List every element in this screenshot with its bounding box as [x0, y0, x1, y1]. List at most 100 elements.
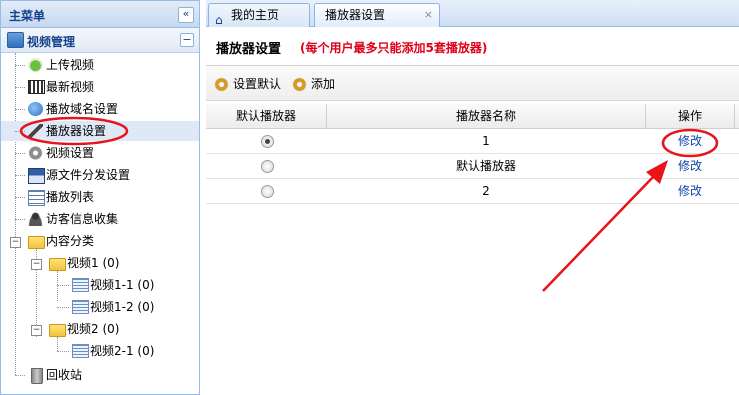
tree-branch — [57, 351, 69, 352]
collapse-sidebar-icon[interactable]: « — [178, 7, 194, 23]
sidebar-item-label: 视频设置 — [46, 146, 95, 160]
toolbar: 设置默认 添加 — [206, 66, 739, 101]
edit-link[interactable]: 修改 — [646, 179, 734, 203]
table-row[interactable]: 2 修改 — [206, 179, 739, 204]
sidebar-item-label: 访客信息收集 — [46, 212, 119, 226]
tree-branch — [15, 65, 25, 66]
sidebar-item-label: 播放列表 — [46, 190, 95, 204]
tree-item-label: 视频2 (0) — [67, 322, 120, 336]
tree-branch — [15, 197, 25, 198]
default-radio[interactable] — [261, 160, 274, 173]
wand-icon — [28, 124, 43, 138]
sidebar-item-latest[interactable]: 最新视频 — [28, 77, 188, 97]
tree-item-video1-1[interactable]: 视频1-1 (0) — [72, 275, 192, 295]
sidebar-item-player-settings[interactable]: 播放器设置 — [1, 121, 199, 141]
sidebar-item-label: 内容分类 — [46, 234, 95, 248]
tree-branch — [15, 175, 25, 176]
floppy-icon — [28, 168, 45, 184]
player-name: 默认播放器 — [455, 159, 516, 173]
column-header-default[interactable]: 默认播放器 — [206, 104, 327, 128]
sidebar-header: 主菜单 « — [1, 1, 199, 28]
folder-icon — [49, 258, 66, 271]
tree-branch — [57, 307, 69, 308]
film-icon — [28, 80, 45, 94]
tree-item-label: 视频1 (0) — [67, 256, 120, 270]
sidebar-item-label: 最新视频 — [46, 80, 95, 94]
section-label: 视频管理 — [27, 35, 76, 49]
add-button[interactable]: 添加 — [292, 75, 342, 93]
sidebar-item-upload[interactable]: 上传视频 — [28, 55, 188, 75]
sidebar-item-visitor-info[interactable]: 访客信息收集 — [28, 209, 188, 229]
set-default-button[interactable]: 设置默认 — [214, 75, 286, 93]
sidebar-item-label: 播放域名设置 — [46, 102, 119, 116]
tree-item-label: 视频2-1 (0) — [90, 344, 155, 358]
close-tab-icon[interactable]: × — [424, 4, 433, 26]
main-panel: ⌂ 我的主页 播放器设置 × 播放器设置 (每个用户最多只能添加5套播放器) 设… — [206, 0, 739, 395]
upload-icon — [28, 58, 43, 72]
collapse-video1-icon[interactable]: − — [31, 259, 42, 270]
sidebar-item-category[interactable]: 内容分类 — [28, 231, 188, 251]
tree-item-video2[interactable]: 视频2 (0) — [49, 319, 189, 339]
panel-header: 播放器设置 (每个用户最多只能添加5套播放器) — [206, 27, 739, 66]
page-icon — [72, 344, 89, 358]
tree-item-label: 视频1-1 (0) — [90, 278, 155, 292]
collapse-section-icon[interactable]: − — [180, 33, 194, 47]
gear-icon — [214, 77, 229, 92]
table-row[interactable]: 默认播放器 修改 — [206, 154, 739, 179]
button-label: 设置默认 — [233, 77, 282, 91]
tree-item-video2-1[interactable]: 视频2-1 (0) — [72, 341, 192, 361]
sidebar-item-label: 回收站 — [46, 368, 83, 382]
tab-label: 播放器设置 — [325, 8, 386, 22]
sidebar: 主菜单 « 视频管理 − 上传视频 最新视频 播放域名设置 播放器设置 视频设置… — [0, 0, 200, 395]
sidebar-item-video-settings[interactable]: 视频设置 — [28, 143, 188, 163]
tree-branch — [15, 87, 25, 88]
sidebar-item-recycle[interactable]: 回收站 — [28, 365, 188, 385]
page-icon — [72, 300, 89, 314]
tree-branch — [57, 285, 69, 286]
folder-icon — [49, 324, 66, 337]
tree-item-video1[interactable]: 视频1 (0) — [49, 253, 189, 273]
sidebar-item-label: 源文件分发设置 — [46, 168, 131, 182]
player-name: 2 — [482, 184, 490, 198]
folder-icon — [28, 236, 45, 249]
player-limit-note: (每个用户最多只能添加5套播放器) — [300, 41, 488, 55]
sidebar-title: 主菜单 — [9, 9, 46, 23]
default-radio[interactable] — [261, 185, 274, 198]
tree-branch — [15, 375, 25, 376]
edit-link[interactable]: 修改 — [646, 154, 734, 178]
list-icon — [28, 190, 45, 206]
globe-icon — [28, 102, 43, 116]
collapse-video2-icon[interactable]: − — [31, 325, 42, 336]
tab-home[interactable]: ⌂ 我的主页 — [208, 3, 310, 27]
section-video-management[interactable]: 视频管理 − — [1, 28, 199, 53]
tree-line — [57, 337, 58, 351]
column-header-action[interactable]: 操作 — [646, 104, 735, 128]
sidebar-item-label: 上传视频 — [46, 58, 95, 72]
trash-icon — [31, 368, 43, 384]
table-header: 默认播放器 播放器名称 操作 — [206, 104, 739, 129]
tree-item-label: 视频1-2 (0) — [90, 300, 155, 314]
tree-branch — [15, 109, 25, 110]
sidebar-item-distribution[interactable]: 源文件分发设置 — [28, 165, 188, 185]
page-title: 播放器设置 — [216, 42, 282, 57]
tab-bar: ⌂ 我的主页 播放器设置 × — [206, 0, 739, 27]
edit-link[interactable]: 修改 — [646, 129, 734, 153]
collapse-category-icon[interactable]: − — [10, 237, 21, 248]
player-name: 1 — [482, 134, 490, 148]
tree-item-video1-2[interactable]: 视频1-2 (0) — [72, 297, 192, 317]
gear-icon — [292, 77, 307, 92]
button-label: 添加 — [311, 77, 336, 91]
default-radio[interactable] — [261, 135, 274, 148]
tab-label: 我的主页 — [231, 8, 280, 22]
page-icon — [72, 278, 89, 292]
table-row[interactable]: 1 修改 — [206, 129, 739, 154]
tree-line — [57, 271, 58, 301]
gear-icon — [28, 146, 43, 160]
tree-branch — [15, 219, 25, 220]
sidebar-item-label: 播放器设置 — [46, 124, 107, 138]
sidebar-item-domain[interactable]: 播放域名设置 — [28, 99, 188, 119]
tab-player-settings[interactable]: 播放器设置 × — [314, 3, 440, 27]
sidebar-item-playlist[interactable]: 播放列表 — [28, 187, 188, 207]
column-header-name[interactable]: 播放器名称 — [327, 104, 646, 128]
user-icon — [28, 212, 43, 226]
